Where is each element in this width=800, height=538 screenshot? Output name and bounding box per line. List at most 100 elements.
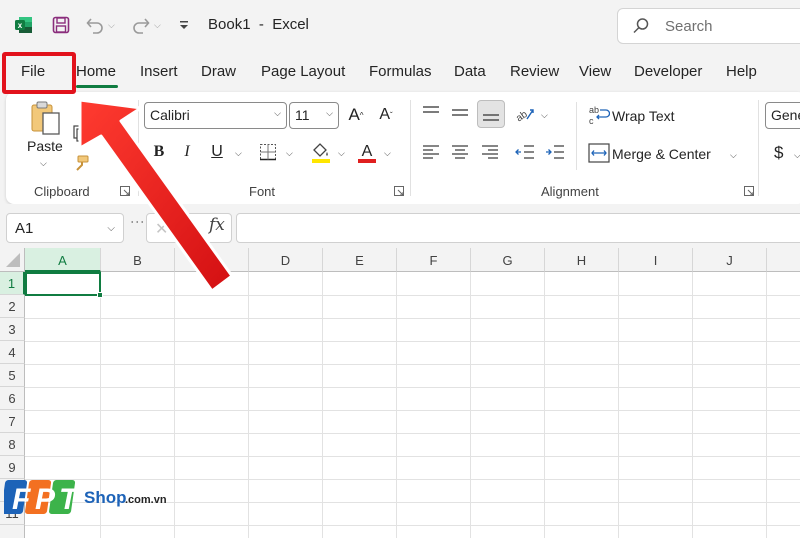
- tab-help[interactable]: Help: [726, 63, 757, 80]
- tab-page-layout[interactable]: Page Layout: [261, 63, 345, 80]
- tab-formulas[interactable]: Formulas: [369, 63, 432, 80]
- decrease-indent-icon[interactable]: [514, 141, 536, 163]
- borders-dropdown-icon[interactable]: ⌵: [286, 148, 293, 159]
- font-size-combo[interactable]: 11 ⌵: [289, 102, 339, 129]
- column-header-c[interactable]: C: [175, 248, 249, 272]
- active-cell-a1[interactable]: [25, 272, 101, 296]
- align-left-icon[interactable]: [420, 141, 442, 163]
- currency-dropdown-icon[interactable]: ⌵: [794, 150, 800, 161]
- orientation-icon[interactable]: ab: [514, 103, 536, 125]
- select-all-corner[interactable]: [0, 248, 25, 272]
- font-name-dropdown-icon[interactable]: ⌵: [274, 108, 281, 119]
- gridline: [25, 525, 800, 526]
- fill-color-icon[interactable]: [310, 140, 332, 164]
- row-header-5[interactable]: 5: [0, 364, 25, 387]
- save-icon[interactable]: [50, 14, 72, 36]
- middle-align-icon[interactable]: [449, 102, 471, 124]
- underline-icon[interactable]: U: [208, 142, 226, 162]
- clipboard-dialog-launcher-icon[interactable]: [120, 186, 130, 196]
- merge-center-icon[interactable]: [588, 142, 610, 164]
- underline-dropdown-icon[interactable]: ⌵: [235, 148, 242, 159]
- number-format-combo[interactable]: Gene: [765, 102, 800, 129]
- font-color-dropdown-icon[interactable]: ⌵: [384, 148, 391, 159]
- merge-center-label[interactable]: Merge & Center: [612, 146, 711, 162]
- fill-color-dropdown-icon[interactable]: ⌵: [338, 148, 345, 159]
- tab-data[interactable]: Data: [454, 63, 486, 80]
- row-header-7[interactable]: 7: [0, 410, 25, 433]
- format-painter-icon[interactable]: [72, 154, 90, 172]
- column-header-partial[interactable]: [767, 248, 800, 272]
- currency-format-icon[interactable]: $: [774, 143, 783, 163]
- orientation-dropdown-icon[interactable]: ⌵: [541, 110, 548, 121]
- group-separator: [576, 102, 577, 170]
- tab-home[interactable]: Home: [76, 63, 116, 80]
- undo-dropdown-icon[interactable]: ⌵: [108, 20, 115, 31]
- search-box[interactable]: Search: [617, 8, 800, 44]
- fill-handle[interactable]: [97, 292, 103, 298]
- paste-dropdown-icon[interactable]: ⌵: [40, 158, 47, 169]
- cancel-entry-icon[interactable]: ✕: [155, 219, 168, 239]
- copy-icon[interactable]: [72, 124, 88, 144]
- column-header-j[interactable]: J: [693, 248, 767, 272]
- column-header-i[interactable]: I: [619, 248, 693, 272]
- customize-qat-icon[interactable]: [173, 14, 195, 36]
- font-dialog-launcher-icon[interactable]: [394, 186, 404, 196]
- name-box-dropdown-icon[interactable]: ⌵: [107, 223, 115, 234]
- paste-label[interactable]: Paste: [27, 138, 63, 154]
- bottom-align-icon[interactable]: [477, 100, 505, 128]
- merge-center-dropdown-icon[interactable]: ⌵: [730, 150, 737, 161]
- font-color-icon[interactable]: A: [356, 140, 378, 164]
- align-center-icon[interactable]: [449, 141, 471, 163]
- wrap-text-icon[interactable]: ab c: [588, 104, 610, 126]
- column-header-f[interactable]: F: [397, 248, 471, 272]
- row-header-2[interactable]: 2: [0, 295, 25, 318]
- redo-dropdown-icon[interactable]: ⌵: [154, 20, 161, 31]
- name-box[interactable]: A1 ⌵: [6, 213, 124, 243]
- column-header-g[interactable]: G: [471, 248, 545, 272]
- decrease-font-size-icon[interactable]: Aˇ: [374, 102, 398, 128]
- paste-icon[interactable]: [28, 98, 64, 138]
- tab-developer[interactable]: Developer: [634, 63, 702, 80]
- font-name-combo[interactable]: Calibri ⌵: [144, 102, 287, 129]
- increase-font-size-icon[interactable]: A ^: [344, 102, 368, 128]
- gridline: [766, 272, 767, 538]
- svg-text:ab: ab: [589, 105, 599, 115]
- align-right-icon[interactable]: [479, 141, 501, 163]
- undo-icon[interactable]: [84, 14, 106, 36]
- borders-icon[interactable]: [258, 142, 278, 162]
- svg-text:ab: ab: [514, 109, 530, 124]
- column-header-h[interactable]: H: [545, 248, 619, 272]
- gridline: [25, 341, 800, 342]
- formula-bar-grip-icon[interactable]: ⋮: [130, 215, 146, 228]
- column-header-a[interactable]: A: [25, 248, 101, 272]
- tab-insert[interactable]: Insert: [140, 63, 178, 80]
- row-header-1[interactable]: 1: [0, 272, 25, 295]
- fpt-shop-watermark: F P T Shop .com.vn: [4, 476, 184, 520]
- row-header-12[interactable]: [0, 525, 25, 538]
- gridline: [25, 364, 800, 365]
- bold-icon[interactable]: B: [150, 142, 168, 162]
- alignment-dialog-launcher-icon[interactable]: [744, 186, 754, 196]
- italic-icon[interactable]: I: [178, 142, 196, 162]
- row-header-4[interactable]: 4: [0, 341, 25, 364]
- formula-input[interactable]: [236, 213, 800, 243]
- row-header-8[interactable]: 8: [0, 433, 25, 456]
- wrap-text-label[interactable]: Wrap Text: [612, 108, 675, 124]
- tab-draw[interactable]: Draw: [201, 63, 236, 80]
- svg-text:A: A: [362, 143, 373, 160]
- row-header-3[interactable]: 3: [0, 318, 25, 341]
- column-header-d[interactable]: D: [249, 248, 323, 272]
- insert-function-icon[interactable]: fx: [209, 215, 225, 235]
- row-header-6[interactable]: 6: [0, 387, 25, 410]
- top-align-icon[interactable]: [420, 102, 442, 124]
- tab-view[interactable]: View: [579, 63, 611, 80]
- confirm-entry-icon[interactable]: ✓: [181, 219, 194, 239]
- number-format-value: Gene: [771, 107, 800, 123]
- redo-icon[interactable]: [130, 14, 152, 36]
- increase-indent-icon[interactable]: [544, 141, 566, 163]
- tab-review[interactable]: Review: [510, 63, 559, 80]
- column-header-e[interactable]: E: [323, 248, 397, 272]
- font-size-dropdown-icon[interactable]: ⌵: [326, 108, 333, 119]
- column-header-b[interactable]: B: [101, 248, 175, 272]
- fpt-shop-word: Shop: [84, 488, 127, 507]
